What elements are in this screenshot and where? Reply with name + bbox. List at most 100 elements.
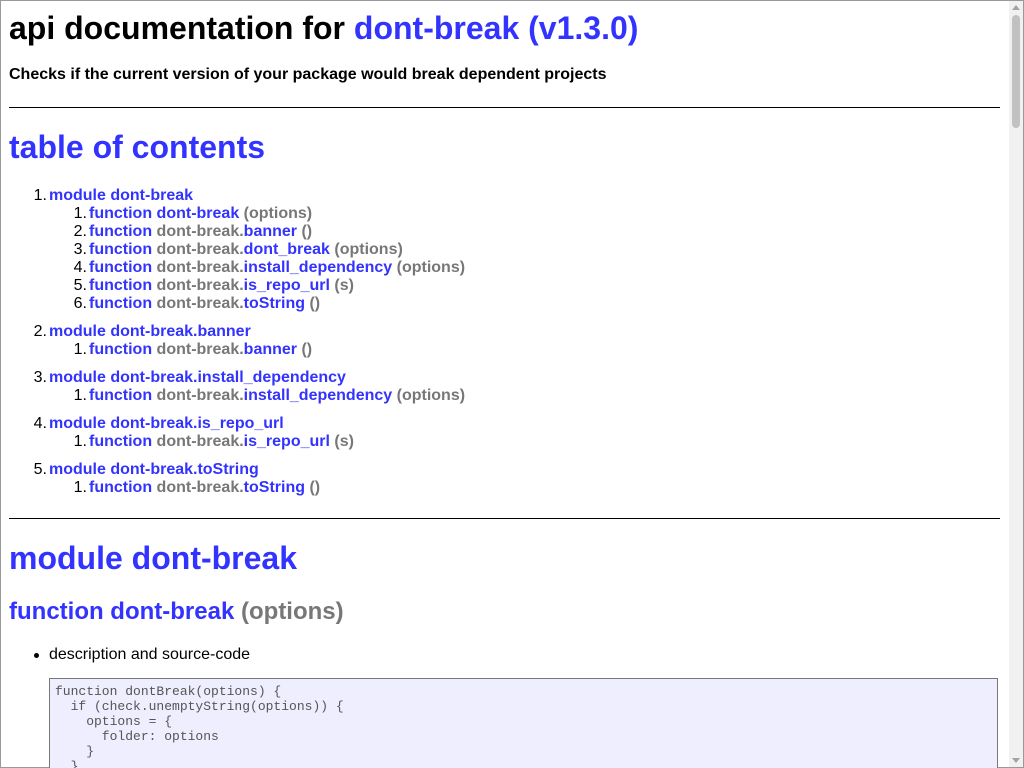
toc-function-name-link[interactable]: banner [244,223,297,240]
toc-module-number: 4. [33,415,47,432]
toc-function-args: () [309,479,321,496]
toc-function-keyword-link[interactable]: function [89,341,152,358]
toc-module-number: 2. [33,323,47,340]
page-title-prefix: api documentation for [9,10,345,46]
toc-function-args: () [309,295,321,312]
toc-module-item: 2. module dont-break.banner 1. function don… [9,323,989,359]
toc-function-args: () [301,223,313,240]
package-link[interactable]: dont-break (v1.3.0) [354,10,639,46]
toc-function-item: 1. function dont-break.banner () [9,341,989,359]
toc-function-number: 2. [73,223,87,240]
toc-function-list: 1. function dont-break.install_dependency… [49,387,989,405]
function-heading-link[interactable]: function dont-break [9,598,234,625]
toc-function-args: () [301,341,313,358]
toc-function-args: (s) [334,433,354,450]
toc-list: 1. module dont-break 1. function dont-break… [9,187,989,507]
scroll-up-arrow-icon[interactable] [1012,5,1020,10]
toc-module-link[interactable]: module dont-break [49,187,193,204]
description-bullet: description and source-code [33,646,251,663]
toc-function-item: 3. function dont-break.dont_break (option… [9,241,989,259]
function-heading: function dont-break (options) [9,598,344,626]
toc-function-list: 1. function dont-break.is_repo_url (s) [49,433,989,451]
toc-function-number: 6. [73,295,87,312]
toc-module-link[interactable]: module dont-break.is_repo_url [49,415,284,432]
toc-function-keyword-link[interactable]: function [89,241,152,258]
scrollbar-thumb[interactable] [1012,15,1020,128]
toc-function-name-link[interactable]: is_repo_url [244,433,330,450]
toc-module-item: 1. module dont-break 1. function dont-break… [9,187,989,313]
toc-function-prefix: dont-break. [156,387,244,404]
toc-function-keyword-link[interactable]: function [89,387,152,404]
toc-function-keyword-link[interactable]: function [89,295,152,312]
toc-function-name-link[interactable]: dont_break [244,241,330,258]
scroll-down-arrow-icon[interactable] [1012,758,1020,763]
toc-function-prefix: dont-break. [156,295,244,312]
toc-function-name-link[interactable]: toString [244,295,305,312]
toc-function-item: 6. function dont-break.toString () [9,295,989,313]
toc-module-number: 5. [33,461,47,478]
toc-module-item: 4. module dont-break.is_repo_url 1. functio… [9,415,989,451]
toc-module-item: 3. module dont-break.install_dependency 1.… [9,369,989,405]
toc-function-args: (options) [334,241,403,258]
toc-module-number: 3. [33,369,47,386]
divider [9,107,1000,108]
toc-module-link[interactable]: module dont-break.install_dependency [49,369,346,386]
toc-function-item: 1. function dont-break.install_dependency… [9,387,989,405]
divider [9,518,1000,519]
toc-function-item: 1. function dont-break.toString () [9,479,989,497]
source-code-block: function dontBreak(options) { if (check.… [49,678,998,768]
toc-function-keyword-link[interactable]: function [89,277,152,294]
toc-function-item: 1. function dont-break (options) [9,205,989,223]
toc-function-number: 1. [73,479,87,496]
toc-function-keyword-link[interactable]: function [89,433,152,450]
toc-function-prefix: dont-break. [156,341,244,358]
toc-function-prefix: dont-break. [156,433,244,450]
toc-function-args: (options) [243,205,313,222]
toc-module-item: 5. module dont-break.toString 1. function d… [9,461,989,497]
toc-function-prefix: dont-break. [156,223,244,240]
toc-function-name-link[interactable]: install_dependency [244,387,393,404]
toc-function-args: (options) [396,259,466,276]
toc-function-args: (options) [396,387,466,404]
toc-function-list: 1. function dont-break (options) 2. functio… [49,205,989,313]
function-heading-args: (options) [241,598,344,625]
toc-function-prefix: dont-break. [156,259,244,276]
toc-function-prefix: dont-break. [156,277,244,294]
page-content: api documentation for dont-break (v1.3.0… [9,0,1000,768]
toc-function-name-link[interactable]: install_dependency [244,259,393,276]
vertical-scrollbar[interactable] [1009,1,1023,767]
module-heading-link[interactable]: module dont-break [9,540,297,576]
toc-function-prefix: dont-break. [156,479,244,496]
toc-function-item: 4. function dont-break.install_dependency… [9,259,989,277]
toc-function-number: 3. [73,241,87,258]
toc-function-prefix: dont-break. [156,241,244,258]
toc-function-number: 1. [73,205,87,222]
toc-function-list: 1. function dont-break.toString () [49,479,989,497]
toc-function-number: 1. [73,433,87,450]
module-heading: module dont-break [9,540,297,576]
toc-function-keyword-link[interactable]: function [89,223,152,240]
toc-function-name-link[interactable]: toString [244,479,305,496]
page-title: api documentation for dont-break (v1.3.0… [9,10,638,46]
toc-function-keyword-link[interactable]: function [89,205,152,222]
toc-module-link[interactable]: module dont-break.banner [49,323,251,340]
toc-function-number: 1. [73,341,87,358]
toc-function-name-link[interactable]: dont-break [157,205,240,222]
toc-function-item: 5. function dont-break.is_repo_url (s) [9,277,989,295]
toc-function-args: (s) [334,277,354,294]
toc-module-number: 1. [33,187,47,204]
toc-function-keyword-link[interactable]: function [89,479,152,496]
toc-function-name-link[interactable]: banner [244,341,297,358]
toc-function-number: 1. [73,387,87,404]
package-description: Checks if the current version of your pa… [9,66,607,83]
toc-function-item: 1. function dont-break.is_repo_url (s) [9,433,989,451]
toc-module-link[interactable]: module dont-break.toString [49,461,259,478]
toc-heading-link[interactable]: table of contents [9,129,265,165]
toc-function-list: 1. function dont-break.banner () [49,341,989,359]
toc-function-name-link[interactable]: is_repo_url [244,277,330,294]
toc-function-number: 5. [73,277,87,294]
toc-function-number: 4. [73,259,87,276]
toc-function-keyword-link[interactable]: function [89,259,152,276]
toc-function-item: 2. function dont-break.banner () [9,223,989,241]
toc-heading: table of contents [9,129,265,165]
